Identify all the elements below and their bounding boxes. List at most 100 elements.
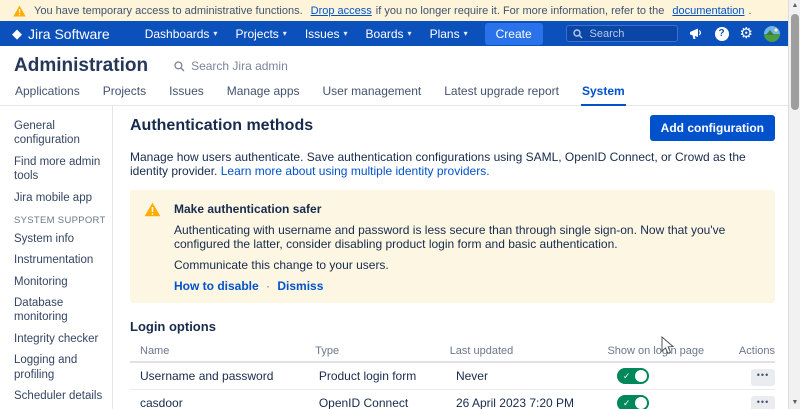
login-option-type: Product login form xyxy=(319,369,456,383)
nav-menu-dashboards[interactable]: Dashboards▾ xyxy=(136,24,227,44)
show-on-login-toggle[interactable]: ✓ xyxy=(617,395,649,409)
nav-menu-issues[interactable]: Issues ▾ xyxy=(296,24,357,44)
col-name: Name xyxy=(140,345,315,357)
top-navbar: ◆ Jira Software Dashboards▾Projects▾Issu… xyxy=(0,21,788,46)
drop-access-link[interactable]: Drop access xyxy=(311,5,372,17)
col-show-on-login: Show on login page xyxy=(607,345,738,357)
tab-applications[interactable]: Applications xyxy=(14,82,81,105)
admin-tabbar: Applications Projects Issues Manage apps Use… xyxy=(0,82,788,106)
tab-system[interactable]: System xyxy=(581,82,626,106)
scrollbar-thumb[interactable] xyxy=(791,14,799,110)
tab-user-management[interactable]: User management xyxy=(322,82,423,105)
jira-logo-icon: ◆ xyxy=(12,27,22,40)
create-button[interactable]: Create xyxy=(485,23,543,45)
navbar-right: ? ⚙ xyxy=(566,25,780,42)
table-body: Username and passwordProduct login formN… xyxy=(130,363,775,409)
actions-cell: ••• xyxy=(751,394,775,409)
actions-cell: ••• xyxy=(751,367,775,386)
sidebar-item-system-info[interactable]: System info xyxy=(14,232,108,246)
login-option-name: casdoor xyxy=(140,396,319,409)
banner-text-mid: if you no longer require it. For more in… xyxy=(376,5,665,17)
nav-menu-boards[interactable]: Boards ▾ xyxy=(357,24,421,44)
chevron-down-icon: ▾ xyxy=(408,29,412,38)
banner-text: You have temporary access to administrat… xyxy=(34,5,303,17)
add-configuration-button[interactable]: Add configuration xyxy=(650,115,775,141)
row-actions-button[interactable]: ••• xyxy=(751,396,775,409)
table-header-row: Name Type Last updated Show on login pag… xyxy=(130,340,775,363)
warning-line2: Communicate this change to your users. xyxy=(174,258,761,272)
sidebar-item-integrity-checker[interactable]: Integrity checker xyxy=(14,332,108,346)
nav-menu-projects[interactable]: Projects▾ xyxy=(226,24,295,44)
login-options-table: Name Type Last updated Show on login pag… xyxy=(130,340,775,409)
link-separator: · xyxy=(266,279,270,293)
jira-admin-page: You have temporary access to administrat… xyxy=(0,0,788,409)
col-type: Type xyxy=(315,345,449,357)
login-option-last-updated: Never xyxy=(456,369,617,383)
help-icon[interactable]: ? xyxy=(715,27,729,41)
show-on-login-cell: ✓ xyxy=(617,368,751,385)
show-on-login-toggle[interactable]: ✓ xyxy=(617,368,649,384)
sidebar-item-logging-and-profiling[interactable]: Logging and profiling xyxy=(14,353,108,382)
banner-period: . xyxy=(749,5,752,17)
megaphone-icon[interactable] xyxy=(689,27,704,40)
warning-icon xyxy=(13,5,26,17)
how-to-disable-link[interactable]: How to disable xyxy=(174,279,259,293)
scroll-up-arrow[interactable]: ▲ xyxy=(789,0,800,12)
admin-search[interactable]: Search Jira admin xyxy=(174,59,288,73)
chevron-down-icon: ▾ xyxy=(283,29,287,38)
nav-menu-label: Dashboards xyxy=(145,27,210,41)
tab-manage-apps[interactable]: Manage apps xyxy=(226,82,301,105)
tab-latest-upgrade-report[interactable]: Latest upgrade report xyxy=(443,82,560,105)
navbar-search-input[interactable] xyxy=(588,27,668,41)
scroll-down-arrow[interactable]: ▼ xyxy=(789,397,800,409)
sidebar-item-monitoring[interactable]: Monitoring xyxy=(14,275,108,289)
nav-menu-plans[interactable]: Plans▾ xyxy=(421,24,477,44)
col-actions: Actions xyxy=(739,345,775,357)
user-avatar[interactable] xyxy=(764,26,780,42)
navbar-search[interactable] xyxy=(566,25,678,42)
admin-search-placeholder: Search Jira admin xyxy=(191,59,288,73)
jira-brand[interactable]: ◆ Jira Software xyxy=(12,26,110,42)
sidebar-section-header: SYSTEM SUPPORT xyxy=(14,215,108,226)
warning-panel: Make authentication safer Authenticating… xyxy=(130,190,775,303)
warning-links: How to disable · Dismiss xyxy=(174,279,761,293)
chevron-down-icon: ▾ xyxy=(344,29,348,38)
vertical-scrollbar[interactable]: ▲ ▼ xyxy=(788,0,800,409)
brand-label: Jira Software xyxy=(28,26,110,42)
sidebar-item-database-monitoring[interactable]: Database monitoring xyxy=(14,296,108,325)
row-actions-button[interactable]: ••• xyxy=(751,369,775,386)
warning-icon xyxy=(144,202,161,217)
col-last-updated: Last updated xyxy=(450,345,608,357)
section-heading: Authentication methods xyxy=(130,117,313,135)
tab-issues[interactable]: Issues xyxy=(168,82,205,105)
toggle-knob xyxy=(635,397,647,409)
sidebar-item-find-more-admin-tools[interactable]: Find more admin tools xyxy=(14,155,108,184)
identity-providers-link[interactable]: Learn more about using multiple identity… xyxy=(221,164,490,178)
sidebar-item-jira-mobile-app[interactable]: Jira mobile app xyxy=(14,191,108,205)
nav-menu-label: Plans xyxy=(430,27,460,41)
content-layout: General configuration Find more admin too… xyxy=(0,106,788,409)
login-options-heading: Login options xyxy=(130,319,775,334)
admin-sidebar: General configuration Find more admin too… xyxy=(0,106,113,409)
dismiss-link[interactable]: Dismiss xyxy=(277,279,323,293)
documentation-link[interactable]: documentation xyxy=(672,5,744,17)
nav-menu-label: Boards xyxy=(366,27,404,41)
check-icon: ✓ xyxy=(623,372,631,381)
check-icon: ✓ xyxy=(623,399,631,408)
toggle-knob xyxy=(635,370,647,382)
warning-title: Make authentication safer xyxy=(174,202,761,216)
login-option-name: Username and password xyxy=(140,369,319,383)
sidebar-item-general-configuration[interactable]: General configuration xyxy=(14,119,108,148)
show-on-login-cell: ✓ xyxy=(617,395,751,409)
chevron-down-icon: ▾ xyxy=(213,29,217,38)
sidebar-item-scheduler-details[interactable]: Scheduler details xyxy=(14,389,108,403)
nav-menus: Dashboards▾Projects▾Issues▾Boards▾Plans▾ xyxy=(136,24,477,44)
sidebar-item-instrumentation[interactable]: Instrumentation xyxy=(14,253,108,267)
gear-icon[interactable]: ⚙ xyxy=(740,26,753,41)
tab-projects[interactable]: Projects xyxy=(102,82,147,105)
page-title: Administration xyxy=(14,55,148,77)
login-option-last-updated: 26 April 2023 7:20 PM xyxy=(456,396,617,409)
main-content: Authentication methods Add configuration… xyxy=(113,106,788,409)
temporary-access-banner: You have temporary access to administrat… xyxy=(0,0,788,21)
nav-menu-label: Issues xyxy=(305,27,340,41)
